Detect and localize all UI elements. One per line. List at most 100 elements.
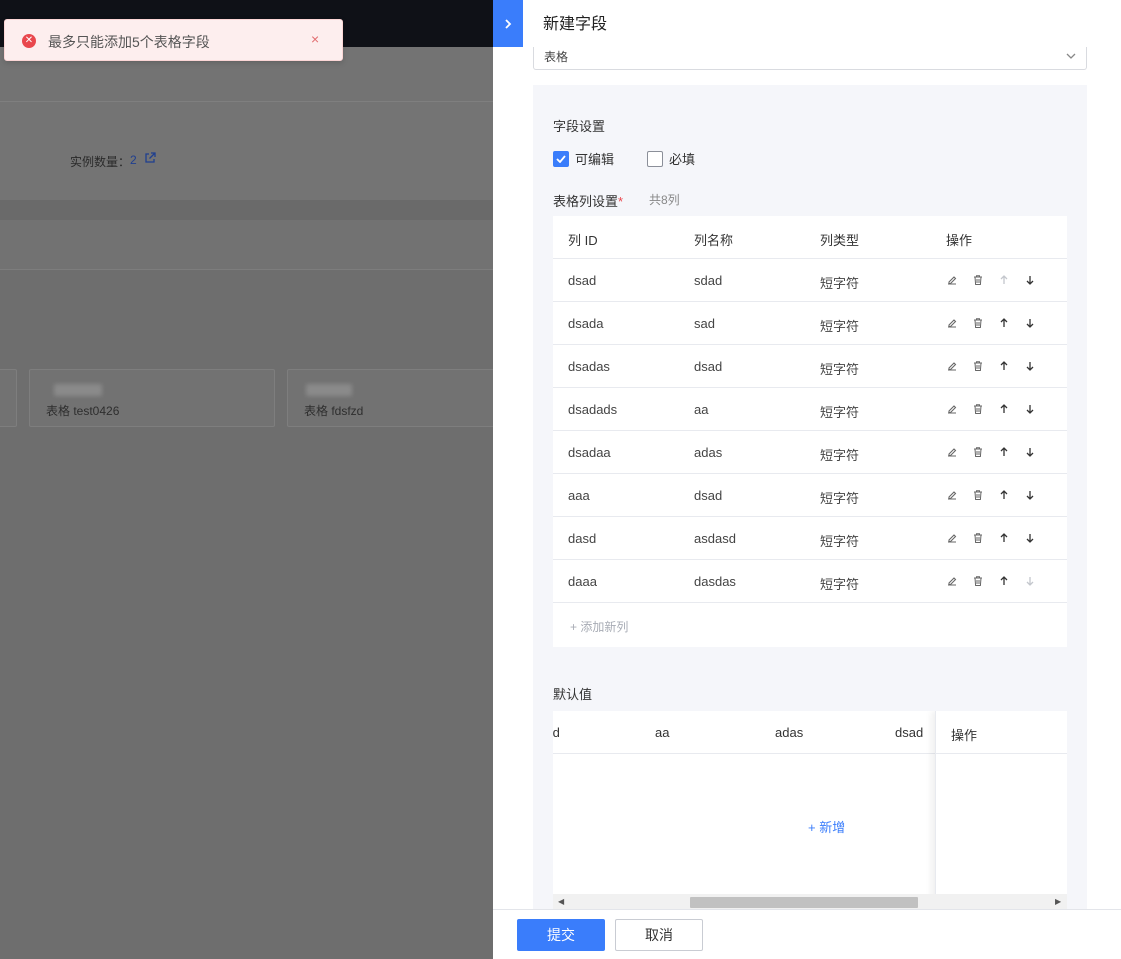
drawer-title: 新建字段 [543,16,608,33]
delete-icon[interactable] [972,402,998,416]
dv-header-cell: ıd [553,725,560,740]
table-row: dsadaa adas 短字符 [553,431,1067,474]
chevron-down-icon [1066,53,1076,59]
column-type-cell: 短字符 [820,276,860,291]
field-card-text: 表格 fdsfzd [304,404,364,418]
field-card: 表格 fdsfzd [287,369,493,427]
toast-close-button[interactable]: × [311,31,319,47]
delete-icon[interactable] [972,316,998,330]
delete-icon[interactable] [972,488,998,502]
dv-header-cell: adas [775,725,804,740]
instance-info: 实例数量： 2 [0,102,493,200]
default-value-header: ıd aa adas dsad [553,711,935,754]
move-up-icon [998,273,1024,287]
column-type-cell: 短字符 [820,577,860,592]
header-column-name: 列名称 [694,233,734,248]
move-down-icon[interactable] [1024,316,1050,330]
table-row: dsadads aa 短字符 [553,388,1067,431]
cancel-button[interactable]: 取消 [615,919,703,951]
blurred-label [54,384,102,396]
move-down-icon[interactable] [1024,488,1050,502]
external-link-icon [145,152,156,163]
column-name-cell: aa [694,402,709,417]
column-type-cell: 短字符 [820,491,860,506]
column-name-cell: sdad [694,273,723,288]
column-type-cell: 短字符 [820,534,860,549]
chevron-right-icon [505,18,512,29]
move-up-icon[interactable] [998,359,1024,373]
delete-icon[interactable] [972,273,998,287]
move-down-icon[interactable] [1024,402,1050,416]
move-down-icon[interactable] [1024,273,1050,287]
column-id-cell: dsadads [568,402,618,417]
edit-icon[interactable] [946,359,972,373]
column-id-cell: dsadas [568,359,610,374]
dv-actions-header: 操作 [951,728,978,743]
move-up-icon[interactable] [998,574,1024,588]
add-column-button[interactable]: + 添加新列 [570,618,628,635]
blurred-label [306,384,352,396]
fixed-actions-header: 操作 [936,711,1067,754]
column-count: 共8列 [649,193,680,207]
field-card: 表格 test0426 [29,369,275,427]
scroll-left-icon[interactable]: ◀ [558,897,564,906]
field-card-text: 表格 test0426 [46,404,120,418]
required-checkbox[interactable]: 必填 [647,149,695,168]
table-row: aaa dsad 短字符 [553,474,1067,517]
header-column-type: 列类型 [820,233,860,248]
scrollbar-thumb[interactable] [690,897,918,908]
divider [0,200,493,220]
column-id-cell: daaa [568,574,597,589]
required-label: 必填 [669,152,696,167]
default-value-table: ıd aa adas dsad + 新增 操作 ◀ ▶ [553,711,1067,909]
edit-icon[interactable] [946,488,972,502]
row-actions [946,402,1050,416]
delete-icon[interactable] [972,445,998,459]
column-type-cell: 短字符 [820,319,860,334]
submit-button[interactable]: 提交 [517,919,605,951]
column-type-cell: 短字符 [820,405,860,420]
editable-checkbox[interactable]: 可编辑 [553,149,614,168]
column-type-cell: 短字符 [820,362,860,377]
add-row-button[interactable]: + 新增 [808,817,845,836]
table-row: dasd asdasd 短字符 [553,517,1067,560]
header-column-id: 列 ID [568,233,598,248]
edit-icon[interactable] [946,445,972,459]
checkbox-empty-icon [647,150,663,167]
edit-icon[interactable] [946,273,972,287]
move-up-icon[interactable] [998,402,1024,416]
row-actions [946,316,1050,330]
move-down-icon[interactable] [1024,531,1050,545]
table-row: dsada sad 短字符 [553,302,1067,345]
table-row: daaa dasdas 短字符 [553,560,1067,603]
move-up-icon[interactable] [998,531,1024,545]
edit-icon[interactable] [946,531,972,545]
instance-count-label: 实例数量： [70,155,131,169]
column-name-cell: dsad [694,359,723,374]
delete-icon[interactable] [972,359,998,373]
field-type-select[interactable]: 表格 [533,47,1087,70]
horizontal-scrollbar[interactable]: ◀ ▶ [553,894,1067,909]
row-actions [946,359,1050,373]
move-up-icon[interactable] [998,445,1024,459]
column-type-cell: 短字符 [820,448,860,463]
delete-icon[interactable] [972,531,998,545]
table-header-row: 列 ID 列名称 列类型 操作 [553,216,1067,259]
collapse-drawer-button[interactable] [493,0,523,47]
move-down-icon[interactable] [1024,445,1050,459]
move-up-icon[interactable] [998,488,1024,502]
delete-icon[interactable] [972,574,998,588]
row-actions [946,273,1050,287]
table-row: dsadas dsad 短字符 [553,345,1067,388]
scroll-right-icon[interactable]: ▶ [1055,897,1061,906]
edit-icon[interactable] [946,316,972,330]
edit-icon[interactable] [946,402,972,416]
field-card [0,369,17,427]
drawer-body: 表格 字段设置 可编辑 必填 表格列设置* 共8列 列 ID 列名称 列类型 操… [493,47,1121,909]
column-table: 列 ID 列名称 列类型 操作 dsad sdad 短字符 dsada sad 短字符 ds… [553,216,1067,647]
move-down-icon[interactable] [1024,359,1050,373]
move-up-icon[interactable] [998,316,1024,330]
drawer-footer: 提交 取消 [493,909,1121,959]
edit-icon[interactable] [946,574,972,588]
table-settings-panel: 字段设置 可编辑 必填 表格列设置* 共8列 列 ID 列名称 列类型 操作 d… [533,85,1087,909]
